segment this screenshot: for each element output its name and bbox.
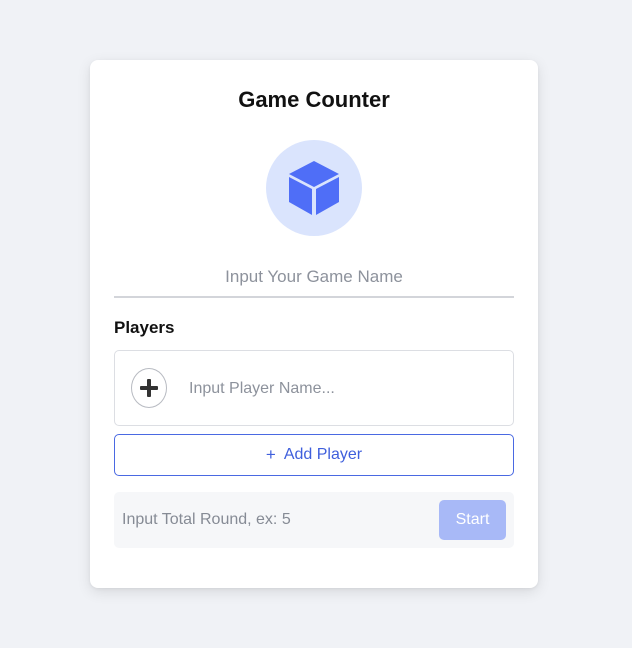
game-setup-card: Game Counter Players + Add Player Start bbox=[90, 60, 538, 588]
page-title: Game Counter bbox=[238, 87, 390, 112]
add-player-button[interactable]: + Add Player bbox=[114, 434, 514, 476]
player-name-input[interactable] bbox=[189, 375, 489, 403]
player-entry-row bbox=[114, 350, 514, 426]
start-button[interactable]: Start bbox=[439, 500, 506, 540]
game-name-input[interactable] bbox=[114, 258, 514, 298]
players-heading: Players bbox=[114, 318, 175, 337]
plus-icon: + bbox=[265, 445, 276, 464]
player-add-circle-button[interactable] bbox=[131, 368, 167, 408]
cube-icon bbox=[289, 161, 339, 215]
total-rounds-input[interactable] bbox=[122, 506, 422, 534]
logo-badge bbox=[266, 140, 362, 236]
add-player-label: Add Player bbox=[283, 446, 363, 463]
plus-icon bbox=[140, 379, 158, 397]
rounds-bar: Start bbox=[114, 492, 514, 548]
